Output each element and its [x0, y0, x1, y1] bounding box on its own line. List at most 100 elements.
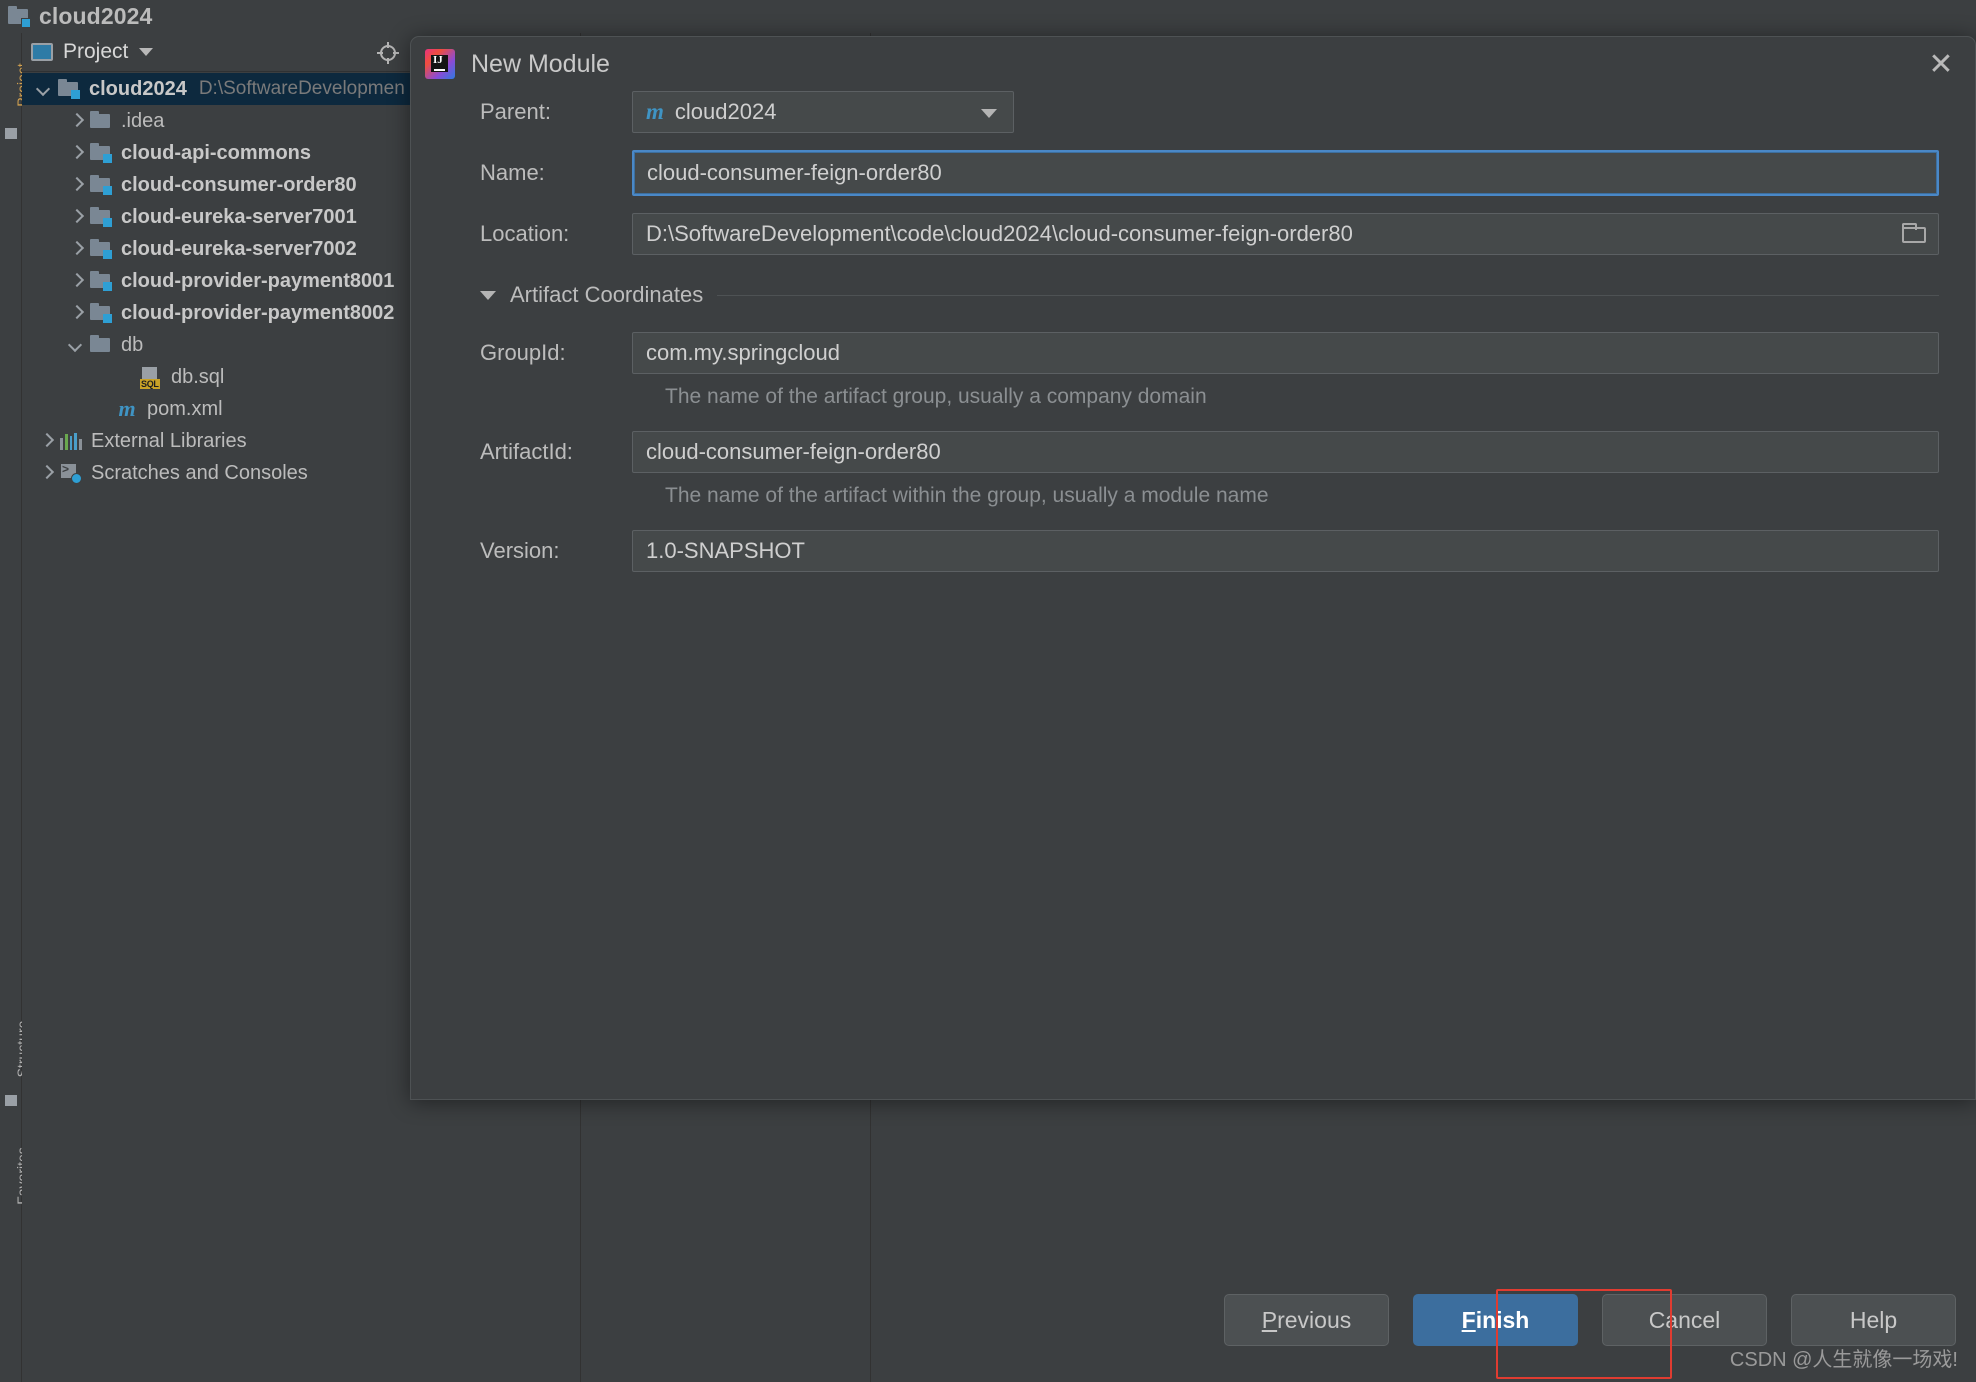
- project-view-icon: [31, 43, 53, 61]
- ide-title-bar: cloud2024: [0, 0, 1976, 33]
- triangle-down-icon[interactable]: [480, 290, 496, 300]
- tree-row[interactable]: cloud-api-commons: [22, 137, 412, 169]
- chevron-down-icon[interactable]: [68, 337, 84, 353]
- tree-row-label: Scratches and Consoles: [91, 461, 308, 484]
- tree-row[interactable]: External Libraries: [22, 425, 412, 457]
- watermark: CSDN @人生就像一场戏!: [1729, 1349, 1958, 1371]
- section-divider: [717, 294, 1939, 296]
- artifact-coordinates-section-header[interactable]: Artifact Coordinates: [447, 282, 1939, 308]
- tree-row[interactable]: cloud-provider-payment8001: [22, 265, 412, 297]
- chevron-right-icon[interactable]: [68, 145, 84, 161]
- tree-row-label: cloud-api-commons: [121, 141, 312, 164]
- groupid-hint: The name of the artifact group, usually …: [665, 385, 1207, 408]
- artifactid-label: ArtifactId:: [480, 439, 573, 464]
- artifact-coordinates-title: Artifact Coordinates: [510, 282, 704, 307]
- tree-row-label: External Libraries: [91, 429, 247, 452]
- maven-file-icon: m: [118, 396, 136, 421]
- intellij-idea-icon: IJ: [425, 49, 455, 79]
- chevron-down-icon[interactable]: [36, 81, 52, 97]
- location-row: Location: D:\SoftwareDevelopment\code\cl…: [447, 213, 1939, 255]
- chevron-right-icon[interactable]: [68, 273, 84, 289]
- dialog-body: Parent: m cloud2024 Name: cloud-consumer…: [411, 91, 1975, 572]
- tree-row[interactable]: Scratches and Consoles: [22, 457, 412, 489]
- module-folder-icon: [90, 303, 112, 323]
- maven-module-icon: m: [646, 99, 664, 124]
- name-row: Name: cloud-consumer-feign-order80: [447, 150, 1939, 196]
- module-folder-icon: [58, 79, 80, 99]
- module-folder-icon: [90, 239, 112, 259]
- version-value: 1.0-SNAPSHOT: [646, 538, 805, 563]
- chevron-right-icon[interactable]: [38, 465, 54, 481]
- module-folder-icon: [90, 207, 112, 227]
- previous-button[interactable]: Previous: [1224, 1294, 1389, 1346]
- previous-mnemonic: P: [1261, 1306, 1278, 1333]
- chevron-down-icon[interactable]: [139, 48, 154, 56]
- tree-row-label: cloud-eureka-server7001: [121, 205, 357, 228]
- tree-row-label: pom.xml: [147, 397, 223, 420]
- parent-combobox[interactable]: m cloud2024: [632, 91, 1014, 133]
- location-input[interactable]: D:\SoftwareDevelopment\code\cloud2024\cl…: [632, 213, 1939, 255]
- parent-value: cloud2024: [674, 99, 777, 124]
- crosshair-icon[interactable]: [376, 41, 400, 65]
- tree-row[interactable]: m pom.xml: [22, 393, 412, 425]
- folder-icon: [90, 111, 112, 131]
- dialog-title: New Module: [471, 49, 610, 78]
- module-folder-icon: [90, 271, 112, 291]
- version-label: Version:: [480, 538, 560, 563]
- tree-row-label: cloud-consumer-order80: [121, 173, 357, 196]
- dialog-title-bar: IJ New Module ✕: [411, 37, 1975, 91]
- tree-row[interactable]: cloud-eureka-server7001: [22, 201, 412, 233]
- name-input[interactable]: cloud-consumer-feign-order80: [632, 150, 1939, 196]
- project-panel-title: Project: [63, 40, 129, 63]
- version-input[interactable]: 1.0-SNAPSHOT: [632, 530, 1939, 572]
- libraries-icon: [60, 432, 82, 450]
- location-label: Location:: [480, 221, 570, 246]
- strip-chip-project: [5, 128, 17, 139]
- folder-icon: [90, 335, 112, 355]
- tree-row[interactable]: db: [22, 329, 412, 361]
- chevron-right-icon[interactable]: [68, 113, 84, 129]
- chevron-down-icon[interactable]: [981, 109, 997, 118]
- tree-row-label: db.sql: [171, 365, 225, 388]
- module-folder-icon: [90, 175, 112, 195]
- chevron-right-icon[interactable]: [38, 433, 54, 449]
- chevron-right-icon[interactable]: [68, 177, 84, 193]
- version-row: Version: 1.0-SNAPSHOT: [447, 530, 1939, 572]
- tree-row-label: cloud-provider-payment8002: [121, 301, 395, 324]
- artifactid-value: cloud-consumer-feign-order80: [646, 439, 941, 464]
- folder-browse-icon[interactable]: [1902, 223, 1928, 245]
- tree-row-label: db: [121, 333, 144, 356]
- tree-row-label: cloud-provider-payment8001: [121, 269, 395, 292]
- location-value: D:\SoftwareDevelopment\code\cloud2024\cl…: [646, 221, 1353, 246]
- chevron-right-icon[interactable]: [68, 209, 84, 225]
- groupid-label: GroupId:: [480, 340, 566, 365]
- tree-row[interactable]: SQL db.sql: [22, 361, 412, 393]
- artifactid-hint: The name of the artifact within the grou…: [665, 484, 1269, 507]
- chevron-right-icon[interactable]: [68, 241, 84, 257]
- tree-row-path: D:\SoftwareDevelopmen: [198, 78, 405, 99]
- tree-row-label: cloud-eureka-server7002: [121, 237, 357, 260]
- tree-row[interactable]: cloud2024 D:\SoftwareDevelopmen: [22, 73, 412, 105]
- parent-row: Parent: m cloud2024: [447, 91, 1939, 133]
- tree-row[interactable]: cloud-eureka-server7002: [22, 233, 412, 265]
- artifactid-input[interactable]: cloud-consumer-feign-order80: [632, 431, 1939, 473]
- help-button[interactable]: Help: [1791, 1294, 1956, 1346]
- tree-row[interactable]: cloud-provider-payment8002: [22, 297, 412, 329]
- groupid-value: com.my.springcloud: [646, 340, 840, 365]
- tree-row[interactable]: cloud-consumer-order80: [22, 169, 412, 201]
- previous-label-rest: revious: [1277, 1306, 1352, 1333]
- tree-row[interactable]: .idea: [22, 105, 412, 137]
- project-tree[interactable]: cloud2024 D:\SoftwareDevelopmen .idea cloud…: [22, 73, 412, 489]
- tree-row-label: .idea: [121, 109, 165, 132]
- groupid-input[interactable]: com.my.springcloud: [632, 332, 1939, 374]
- project-module-icon: [8, 5, 31, 28]
- project-panel-header: Project: [22, 33, 412, 72]
- chevron-right-icon[interactable]: [68, 305, 84, 321]
- ide-title: cloud2024: [39, 3, 153, 29]
- name-label: Name:: [480, 160, 545, 185]
- parent-label: Parent:: [480, 99, 551, 124]
- scratches-icon: [60, 462, 82, 484]
- close-icon[interactable]: ✕: [1925, 49, 1957, 81]
